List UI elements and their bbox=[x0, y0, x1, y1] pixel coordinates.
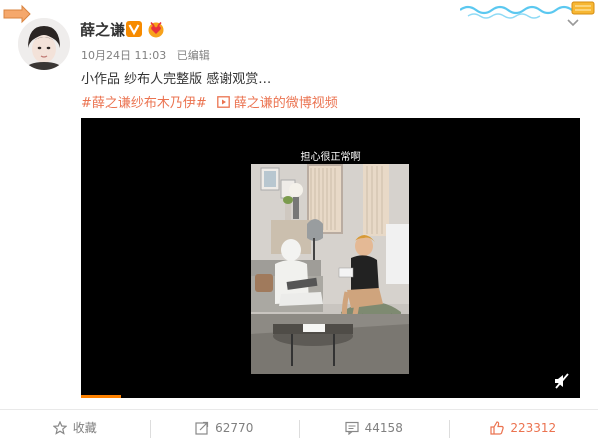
topic-link[interactable]: #薛之谦纱布木乃伊# bbox=[81, 92, 207, 111]
like-icon bbox=[490, 420, 505, 435]
video-caption: 担心很正常啊 bbox=[300, 152, 361, 163]
avatar[interactable] bbox=[18, 18, 70, 70]
video-frame bbox=[251, 164, 409, 374]
author-name[interactable]: 薛之谦 bbox=[80, 19, 125, 40]
star-icon bbox=[52, 420, 67, 435]
heart-medal-icon[interactable] bbox=[147, 20, 165, 38]
mute-icon[interactable] bbox=[553, 372, 571, 390]
repost-count: 62770 bbox=[215, 420, 254, 435]
favorite-button[interactable]: 收藏 bbox=[0, 410, 150, 445]
like-count: 223312 bbox=[510, 420, 557, 435]
repost-button[interactable]: 62770 bbox=[149, 410, 300, 445]
comment-count: 44158 bbox=[364, 420, 403, 435]
post-text: 小作品 纱布人完整版 感谢观赏… bbox=[81, 72, 272, 87]
comment-icon bbox=[345, 421, 359, 435]
like-button[interactable]: 223312 bbox=[448, 410, 598, 445]
video-player[interactable]: 担心很正常啊 bbox=[81, 118, 580, 398]
action-bar: 收藏 62770 44158 223312 bbox=[0, 410, 598, 445]
video-link-icon bbox=[216, 96, 230, 108]
comment-button[interactable]: 44158 bbox=[299, 410, 449, 445]
video-link[interactable]: 薛之谦的微博视频 bbox=[234, 92, 338, 111]
favorite-label: 收藏 bbox=[72, 421, 97, 435]
verified-v-icon bbox=[126, 21, 142, 37]
post-meta: 10月24日 11:03 已编辑 bbox=[81, 47, 210, 63]
post-date[interactable]: 10月24日 11:03 bbox=[81, 49, 166, 62]
video-progress bbox=[81, 395, 121, 398]
repost-icon bbox=[195, 421, 209, 435]
edited-label[interactable]: 已编辑 bbox=[177, 49, 210, 62]
post-tags: #薛之谦纱布木乃伊# 薛之谦的微博视频 bbox=[81, 92, 338, 111]
chevron-down-icon[interactable] bbox=[566, 16, 580, 30]
